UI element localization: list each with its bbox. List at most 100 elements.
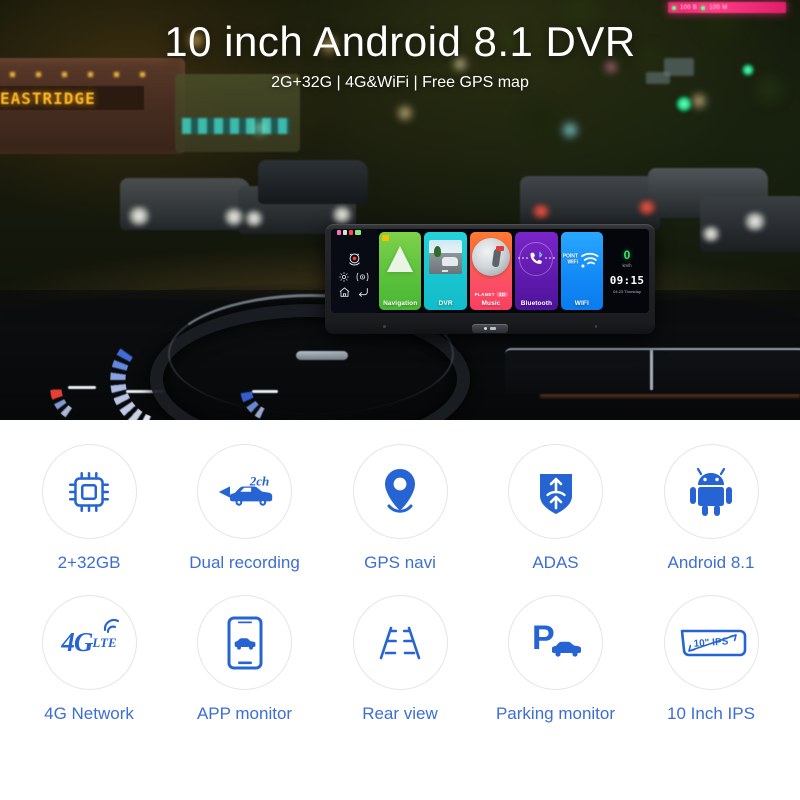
marquee-dot-icon bbox=[672, 5, 676, 10]
album-title-text: PLANET bbox=[474, 292, 495, 297]
app-tile-dvr[interactable]: DVR bbox=[424, 232, 467, 310]
wifi-point-label: POINT WiFi bbox=[563, 254, 578, 266]
sidebar-row-nav bbox=[338, 286, 370, 299]
album-disc-icon bbox=[472, 237, 511, 276]
album-badge: 3D bbox=[496, 292, 508, 297]
dashcam-road-icon bbox=[429, 240, 462, 274]
clock-date: 04.23 Thursday bbox=[613, 288, 641, 294]
led-marquee-sign: 100 B 100 M bbox=[668, 2, 786, 13]
4g-lte-icon: 4G LTE bbox=[53, 618, 125, 667]
feature-icon-circle: 10" IPS bbox=[663, 595, 759, 690]
sidebar-row-settings bbox=[338, 271, 370, 283]
feature-label: 4G Network bbox=[44, 704, 134, 723]
marquee-text-2: 100 M bbox=[709, 4, 728, 11]
status-icon bbox=[343, 230, 347, 235]
shield-arrows-icon bbox=[539, 473, 572, 514]
home-icon[interactable] bbox=[338, 286, 351, 299]
settings-gear-icon[interactable] bbox=[338, 271, 350, 283]
page-title: 10 inch Android 8.1 DVR bbox=[164, 18, 636, 65]
bokeh-light bbox=[396, 104, 414, 122]
feature-label: GPS navi bbox=[364, 553, 436, 572]
button-bar-icon bbox=[490, 326, 496, 330]
status-icon bbox=[349, 230, 353, 235]
dual-channel-car-icon: 2ch bbox=[218, 473, 272, 506]
speed-unit-label: km/h bbox=[622, 262, 632, 268]
app-tile-wifi[interactable]: POINT WiFi WIFI bbox=[560, 232, 604, 310]
app-tile-navigation[interactable]: Navigation bbox=[379, 232, 422, 310]
album-title: PLANET 3D bbox=[475, 292, 508, 297]
feature-icon-circle bbox=[508, 444, 603, 539]
hero-subtitle: 2G+32G | 4G&WiFi | Free GPS map bbox=[271, 74, 529, 92]
status-icon bbox=[337, 230, 341, 235]
feature-icon-circle bbox=[352, 595, 448, 690]
feature-item-gps: GPS navi bbox=[325, 444, 475, 573]
feature-label: Android 8.1 bbox=[667, 553, 755, 572]
feature-icon-circle bbox=[197, 595, 292, 690]
feature-icon-circle bbox=[663, 444, 759, 539]
button-dot-icon bbox=[484, 326, 487, 330]
home-hardware-button[interactable] bbox=[472, 323, 508, 333]
marquee-text: 100 B bbox=[680, 4, 698, 11]
feature-grid-section: 2+32GB 2ch Dual recording GPS navi ADAS … bbox=[0, 420, 800, 800]
lane-marking bbox=[442, 270, 449, 272]
tachometer-needle bbox=[68, 386, 96, 389]
record-camera-icon[interactable] bbox=[346, 251, 363, 268]
album-art-flag bbox=[495, 246, 504, 252]
album-art-figure bbox=[491, 248, 501, 267]
svg-text:P: P bbox=[532, 619, 555, 657]
app-tile-label: Navigation bbox=[383, 300, 418, 307]
feature-icon-circle: 4G LTE bbox=[41, 595, 137, 690]
feature-item-adas: ADAS bbox=[481, 444, 631, 573]
bokeh-light bbox=[690, 92, 708, 110]
feature-item-storage: 2+32GB bbox=[14, 444, 164, 573]
app-tile-bluetooth[interactable]: Bluetooth bbox=[515, 232, 558, 310]
feature-item-ips-screen: 10" IPS 10 Inch IPS bbox=[636, 595, 786, 724]
feature-label: APP monitor bbox=[196, 704, 293, 723]
parking-p-car-icon: P bbox=[532, 619, 581, 657]
camera-mode-icon[interactable] bbox=[355, 271, 370, 283]
sidebar-row-record bbox=[346, 251, 363, 268]
hero-headline-block: 10 inch Android 8.1 DVR 2G+32G | 4G&WiFi… bbox=[0, 18, 800, 92]
feature-item-app-monitor: APP monitor bbox=[170, 595, 320, 724]
mirror-screen-icon: 10" IPS bbox=[672, 623, 750, 663]
roadside-tree bbox=[434, 246, 442, 257]
svg-text:2ch: 2ch bbox=[248, 473, 269, 488]
feature-label: Rear view bbox=[362, 704, 438, 723]
app-tile-grid: Navigation DVR PLANET 3D Music Bluetooth… bbox=[377, 229, 605, 313]
wifi-signal-icon: POINT WiFi bbox=[563, 251, 601, 270]
feature-icon-circle bbox=[41, 444, 137, 539]
phone-car-icon bbox=[227, 616, 262, 669]
device-touchscreen[interactable]: Navigation DVR PLANET 3D Music Bluetooth… bbox=[331, 229, 649, 313]
wifi-point-line2: WiFi bbox=[567, 259, 578, 266]
bezel-screw bbox=[594, 325, 597, 328]
device-bottom-bezel bbox=[325, 321, 655, 335]
traffic-light-green bbox=[676, 96, 692, 112]
clock-time: 09:15 bbox=[609, 273, 645, 287]
bezel-screw bbox=[383, 325, 386, 328]
status-bar bbox=[337, 230, 361, 235]
feature-item-dual-recording: 2ch Dual recording bbox=[170, 444, 320, 573]
feature-row-1: 2+32GB 2ch Dual recording GPS navi ADAS … bbox=[14, 444, 786, 573]
feature-row-2: 4G LTE 4G Network APP monitor Rear view … bbox=[14, 595, 786, 724]
feature-item-parking-monitor: P Parking monitor bbox=[481, 595, 631, 724]
navigation-badge-icon bbox=[382, 235, 389, 241]
second-bus-window-strip bbox=[182, 118, 290, 134]
bluetooth-phone-icon bbox=[519, 241, 554, 276]
feature-label: ADAS bbox=[532, 553, 579, 572]
bokeh-light bbox=[252, 120, 268, 136]
app-tile-music[interactable]: PLANET 3D Music bbox=[469, 232, 513, 310]
device-sidebar bbox=[331, 229, 377, 313]
dvr-mirror-device: Navigation DVR PLANET 3D Music Bluetooth… bbox=[325, 224, 655, 334]
feature-item-rear-view: Rear view bbox=[325, 595, 475, 724]
app-tile-label: WIFI bbox=[574, 300, 589, 307]
map-pin-icon bbox=[385, 468, 415, 513]
4g-text: 4G bbox=[61, 627, 93, 657]
android-robot-icon bbox=[690, 467, 732, 516]
feature-icon-circle: 2ch bbox=[197, 444, 292, 539]
signal-waves-icon bbox=[103, 618, 120, 633]
status-info-panel: 0 km/h 09:15 04.23 Thursday bbox=[605, 229, 649, 313]
marquee-dot-icon bbox=[701, 5, 706, 10]
app-tile-label: Bluetooth bbox=[520, 300, 553, 307]
back-arrow-icon[interactable] bbox=[356, 286, 370, 298]
parking-guide-lines-icon bbox=[379, 626, 421, 659]
